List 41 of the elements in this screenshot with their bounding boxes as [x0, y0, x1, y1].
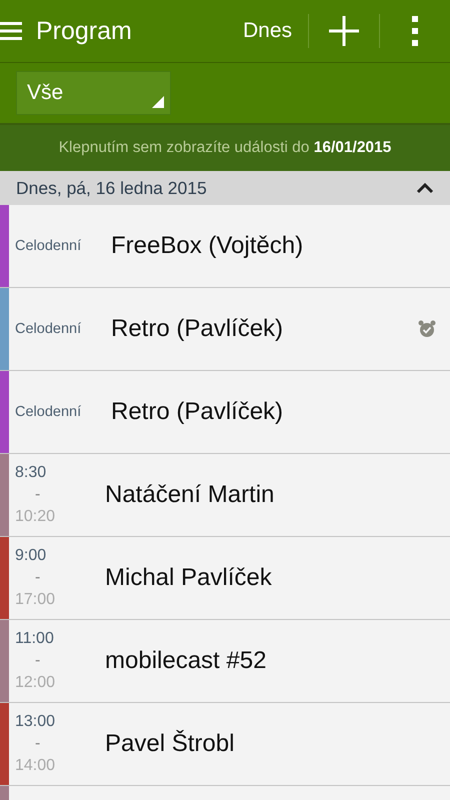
event-row[interactable]: Celodenní Retro (Pavlíček)	[0, 288, 450, 371]
end-time: 10:20	[15, 507, 56, 527]
time-separator: -	[34, 485, 40, 505]
day-label: Dnes, pá, 16 ledna 2015	[16, 178, 207, 198]
start-time: 11:00	[15, 629, 54, 649]
time-separator: -	[34, 568, 40, 588]
event-title: Michal Pavlíček	[105, 564, 272, 592]
event-title: FreeBox (Vojtěch)	[111, 232, 304, 260]
event-row[interactable]: 9:00 - 17:00 Michal Pavlíček	[0, 537, 450, 620]
all-day-label: Celodenní	[15, 404, 82, 420]
time-separator: -	[34, 734, 40, 754]
event-row[interactable]: 13:00 - 14:00 Pavel Štrobl	[0, 703, 450, 786]
event-title: mobilecast #52	[105, 647, 266, 675]
day-header[interactable]: Dnes, pá, 16 ledna 2015	[0, 171, 450, 205]
filter-dropdown[interactable]: Vše	[16, 71, 171, 115]
start-time: 9:00	[15, 546, 46, 566]
start-time: 8:30	[15, 463, 46, 483]
menu-icon[interactable]	[0, 21, 22, 41]
event-title: Pavel Štrobl	[105, 730, 234, 758]
dropdown-corner-icon	[152, 96, 164, 108]
end-time: 17:00	[15, 590, 56, 610]
event-row[interactable]: Celodenní FreeBox (Vojtěch)	[0, 205, 450, 288]
end-time: 12:00	[15, 673, 56, 693]
plus-icon	[329, 16, 359, 46]
more-icon	[412, 16, 418, 46]
event-title: Retro (Pavlíček)	[111, 398, 284, 426]
show-more-banner[interactable]: Klepnutím sem zobrazíte události do 16/01/2015	[0, 125, 450, 171]
collapse-icon[interactable]	[416, 182, 434, 194]
event-row[interactable]: 11:00 - 12:00 mobilecast #52	[0, 620, 450, 703]
all-day-label: Celodenní	[15, 321, 82, 337]
alarm-clock-icon	[418, 320, 436, 338]
end-time: 14:00	[15, 756, 56, 776]
all-day-label: Celodenní	[15, 238, 82, 254]
event-row[interactable]: Celodenní Retro (Pavlíček)	[0, 371, 450, 454]
app-title: Program	[36, 16, 133, 46]
start-time: 13:00	[15, 712, 56, 732]
event-row[interactable]: 8:30 - 10:20 Natáčení Martin	[0, 454, 450, 537]
event-title: Natáčení Martin	[105, 481, 274, 509]
today-button[interactable]: Dnes	[226, 13, 308, 49]
event-title: Retro (Pavlíček)	[111, 315, 284, 343]
time-separator: -	[34, 651, 40, 671]
